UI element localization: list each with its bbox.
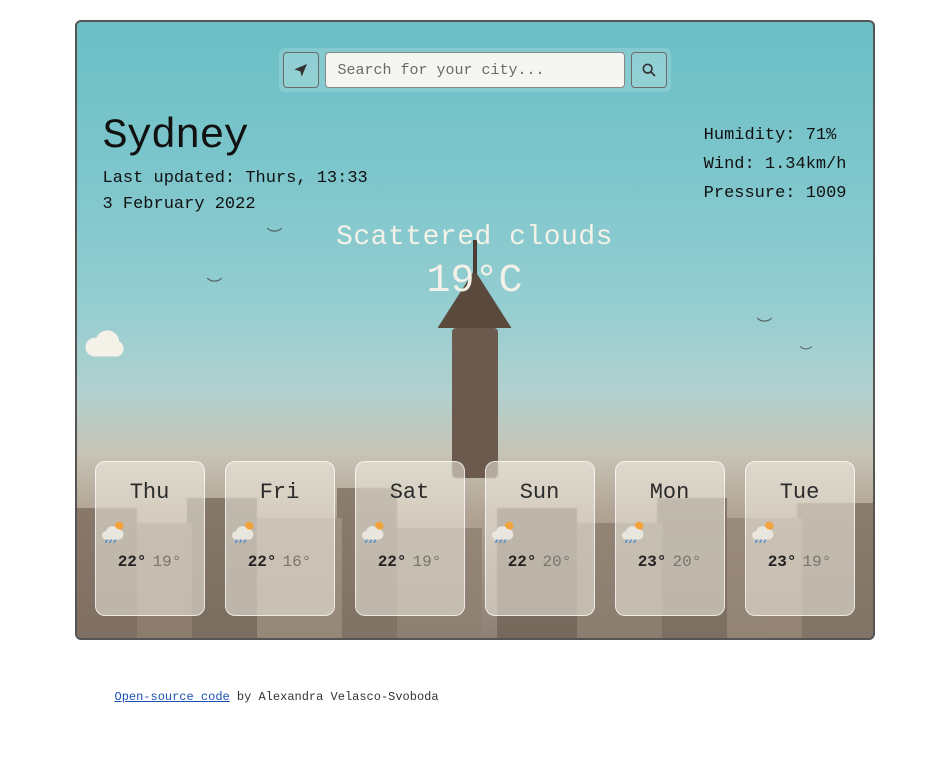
forecast-low: 16° xyxy=(283,553,312,571)
city-name: Sydney xyxy=(103,112,368,160)
forecast-high: 23° xyxy=(638,553,667,571)
search-icon xyxy=(641,62,657,78)
location-block: Sydney Last updated: Thurs, 13:33 3 Febr… xyxy=(103,112,368,219)
forecast-card[interactable]: Mon 23° 20° xyxy=(615,461,725,616)
forecast-temps: 22° 19° xyxy=(360,553,460,571)
pressure-value: Pressure: 1009 xyxy=(704,180,847,209)
wind-value: Wind: 1.34km/h xyxy=(704,151,847,180)
footer: Open-source code by Alexandra Velasco-Sv… xyxy=(75,690,875,704)
cloud-icon xyxy=(77,324,873,362)
condition-text: Scattered clouds xyxy=(77,222,873,253)
forecast-card[interactable]: Thu 22° 19° xyxy=(95,461,205,616)
weather-card: ︶ ︶ ︶ ︶ Sydney Last updated: Thurs, 13:3… xyxy=(75,20,875,640)
forecast-low: 20° xyxy=(673,553,702,571)
stats-block: Humidity: 71% Wind: 1.34km/h Pressure: 1… xyxy=(704,122,847,209)
forecast-row: Thu 22° 19° Fri 22° 16° Sat 22° 19° Sun 22°… xyxy=(77,461,873,616)
forecast-temps: 22° 19° xyxy=(100,553,200,571)
rain-sun-icon xyxy=(360,519,460,543)
footer-author: by Alexandra Velasco-Svoboda xyxy=(230,690,439,704)
forecast-day: Thu xyxy=(100,480,200,505)
forecast-low: 19° xyxy=(413,553,442,571)
forecast-high: 22° xyxy=(508,553,537,571)
forecast-high: 22° xyxy=(378,553,407,571)
last-updated: Last updated: Thurs, 13:33 xyxy=(103,166,368,192)
forecast-card[interactable]: Tue 23° 19° xyxy=(745,461,855,616)
humidity-value: Humidity: 71% xyxy=(704,122,847,151)
forecast-day: Mon xyxy=(620,480,720,505)
search-bar xyxy=(279,48,671,92)
location-arrow-icon xyxy=(293,62,309,78)
current-weather: Scattered clouds 19°C xyxy=(77,222,873,362)
forecast-high: 22° xyxy=(118,553,147,571)
forecast-low: 19° xyxy=(803,553,832,571)
forecast-temps: 22° 20° xyxy=(490,553,590,571)
rain-sun-icon xyxy=(750,519,850,543)
search-input[interactable] xyxy=(325,52,625,88)
forecast-high: 23° xyxy=(768,553,797,571)
forecast-card[interactable]: Fri 22° 16° xyxy=(225,461,335,616)
forecast-card[interactable]: Sun 22° 20° xyxy=(485,461,595,616)
rain-sun-icon xyxy=(620,519,720,543)
forecast-temps: 22° 16° xyxy=(230,553,330,571)
forecast-day: Sat xyxy=(360,480,460,505)
forecast-temps: 23° 19° xyxy=(750,553,850,571)
current-date: 3 February 2022 xyxy=(103,192,368,218)
rain-sun-icon xyxy=(230,519,330,543)
forecast-low: 20° xyxy=(543,553,572,571)
forecast-card[interactable]: Sat 22° 19° xyxy=(355,461,465,616)
current-temperature: 19°C xyxy=(77,259,873,304)
forecast-day: Fri xyxy=(230,480,330,505)
forecast-high: 22° xyxy=(248,553,277,571)
rain-sun-icon xyxy=(100,519,200,543)
forecast-day: Sun xyxy=(490,480,590,505)
rain-sun-icon xyxy=(490,519,590,543)
forecast-day: Tue xyxy=(750,480,850,505)
forecast-low: 19° xyxy=(153,553,182,571)
locate-button[interactable] xyxy=(283,52,319,88)
forecast-temps: 23° 20° xyxy=(620,553,720,571)
source-link[interactable]: Open-source code xyxy=(115,690,230,704)
search-button[interactable] xyxy=(631,52,667,88)
